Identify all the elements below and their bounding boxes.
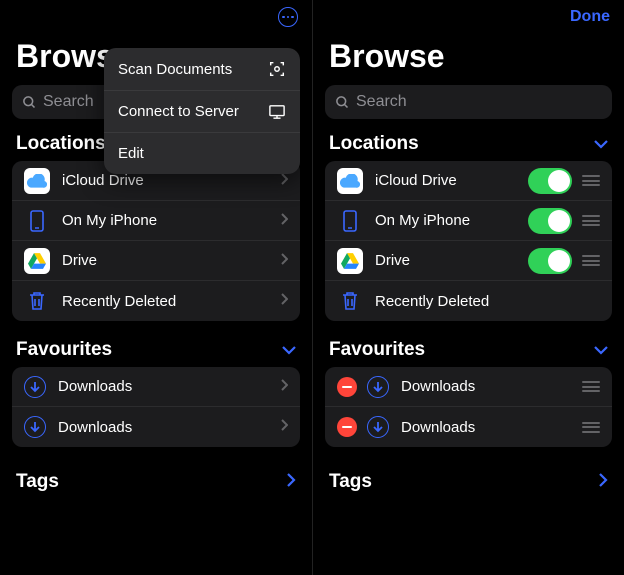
- search-input[interactable]: Search: [325, 85, 612, 119]
- download-icon: [24, 376, 46, 398]
- reorder-handle[interactable]: [582, 175, 600, 186]
- favourites-header[interactable]: Favourites: [0, 339, 312, 361]
- tags-label: Tags: [329, 471, 372, 493]
- phone-icon: [24, 208, 50, 234]
- reorder-handle[interactable]: [582, 255, 600, 266]
- tags-row[interactable]: Tags: [0, 465, 312, 499]
- favourites-list: Downloads Downloads: [12, 367, 300, 447]
- locations-header[interactable]: Locations: [313, 133, 624, 155]
- locations-header-label: Locations: [329, 133, 419, 155]
- remove-button[interactable]: [337, 417, 357, 437]
- row-label: Drive: [62, 252, 280, 269]
- chevron-right-icon: [280, 418, 288, 436]
- screen-browse-menu: Browse Search Locations iCloud Drive On …: [0, 0, 312, 575]
- chevron-down-icon: [282, 339, 296, 361]
- list-item[interactable]: Downloads: [12, 367, 300, 407]
- screen-browse-edit: Done Browse Search Locations iCloud Driv…: [312, 0, 624, 575]
- icloud-icon: [24, 168, 50, 194]
- favourites-header[interactable]: Favourites: [313, 339, 624, 361]
- favourites-header-label: Favourites: [329, 339, 425, 361]
- list-item: Drive: [325, 241, 612, 281]
- search-icon: [335, 95, 350, 110]
- list-item: Downloads: [325, 407, 612, 447]
- chevron-down-icon: [594, 339, 608, 361]
- chevron-down-icon: [594, 133, 608, 155]
- menu-label: Connect to Server: [118, 103, 239, 120]
- toggle-switch[interactable]: [528, 168, 572, 194]
- row-label: On My iPhone: [375, 212, 528, 229]
- chevron-right-icon: [287, 471, 296, 493]
- row-label: Downloads: [401, 419, 582, 436]
- list-item: Downloads: [325, 367, 612, 407]
- icloud-icon: [337, 168, 363, 194]
- list-item[interactable]: Recently Deleted: [12, 281, 300, 321]
- reorder-handle[interactable]: [582, 215, 600, 226]
- scan-icon: [268, 60, 286, 78]
- server-icon: [268, 104, 286, 120]
- row-label: iCloud Drive: [375, 172, 528, 189]
- search-placeholder: Search: [43, 93, 94, 111]
- menu-item-connect[interactable]: Connect to Server: [104, 91, 300, 133]
- tags-row[interactable]: Tags: [313, 465, 624, 499]
- page-title: Browse: [313, 34, 624, 85]
- chevron-right-icon: [280, 378, 288, 396]
- reorder-handle[interactable]: [582, 422, 600, 433]
- search-icon: [22, 95, 37, 110]
- row-label: Downloads: [58, 378, 280, 395]
- trash-icon: [337, 288, 363, 314]
- trash-icon: [24, 288, 50, 314]
- phone-icon: [337, 208, 363, 234]
- list-item: Recently Deleted: [325, 281, 612, 321]
- chevron-right-icon: [280, 212, 288, 230]
- chevron-right-icon: [280, 252, 288, 270]
- more-button[interactable]: [278, 7, 298, 27]
- reorder-handle[interactable]: [582, 381, 600, 392]
- toggle-switch[interactable]: [528, 248, 572, 274]
- locations-list: iCloud Drive On My iPhone Drive: [325, 161, 612, 321]
- favourites-list: Downloads Downloads: [325, 367, 612, 447]
- download-icon: [24, 416, 46, 438]
- chevron-right-icon: [280, 292, 288, 310]
- menu-label: Scan Documents: [118, 61, 232, 78]
- chevron-right-icon: [599, 471, 608, 493]
- list-item[interactable]: On My iPhone: [12, 201, 300, 241]
- row-label: Recently Deleted: [375, 293, 600, 310]
- search-placeholder: Search: [356, 93, 407, 111]
- menu-item-edit[interactable]: Edit: [104, 133, 300, 174]
- topbar: Done: [313, 0, 624, 34]
- context-menu: Scan Documents Connect to Server Edit: [104, 48, 300, 174]
- list-item: iCloud Drive: [325, 161, 612, 201]
- toggle-switch[interactable]: [528, 208, 572, 234]
- row-label: On My iPhone: [62, 212, 280, 229]
- row-label: iCloud Drive: [62, 172, 280, 189]
- list-item: On My iPhone: [325, 201, 612, 241]
- locations-header-label: Locations: [16, 133, 106, 155]
- row-label: Drive: [375, 252, 528, 269]
- row-label: Downloads: [401, 378, 582, 395]
- download-icon: [367, 376, 389, 398]
- row-label: Downloads: [58, 419, 280, 436]
- tags-label: Tags: [16, 471, 59, 493]
- gdrive-icon: [337, 248, 363, 274]
- download-icon: [367, 416, 389, 438]
- gdrive-icon: [24, 248, 50, 274]
- done-button[interactable]: Done: [570, 8, 610, 26]
- locations-list: iCloud Drive On My iPhone Drive: [12, 161, 300, 321]
- remove-button[interactable]: [337, 377, 357, 397]
- favourites-header-label: Favourites: [16, 339, 112, 361]
- menu-item-scan[interactable]: Scan Documents: [104, 48, 300, 91]
- list-item[interactable]: Downloads: [12, 407, 300, 447]
- row-label: Recently Deleted: [62, 293, 280, 310]
- menu-label: Edit: [118, 145, 144, 162]
- topbar: [0, 0, 312, 34]
- list-item[interactable]: Drive: [12, 241, 300, 281]
- chevron-right-icon: [280, 172, 288, 190]
